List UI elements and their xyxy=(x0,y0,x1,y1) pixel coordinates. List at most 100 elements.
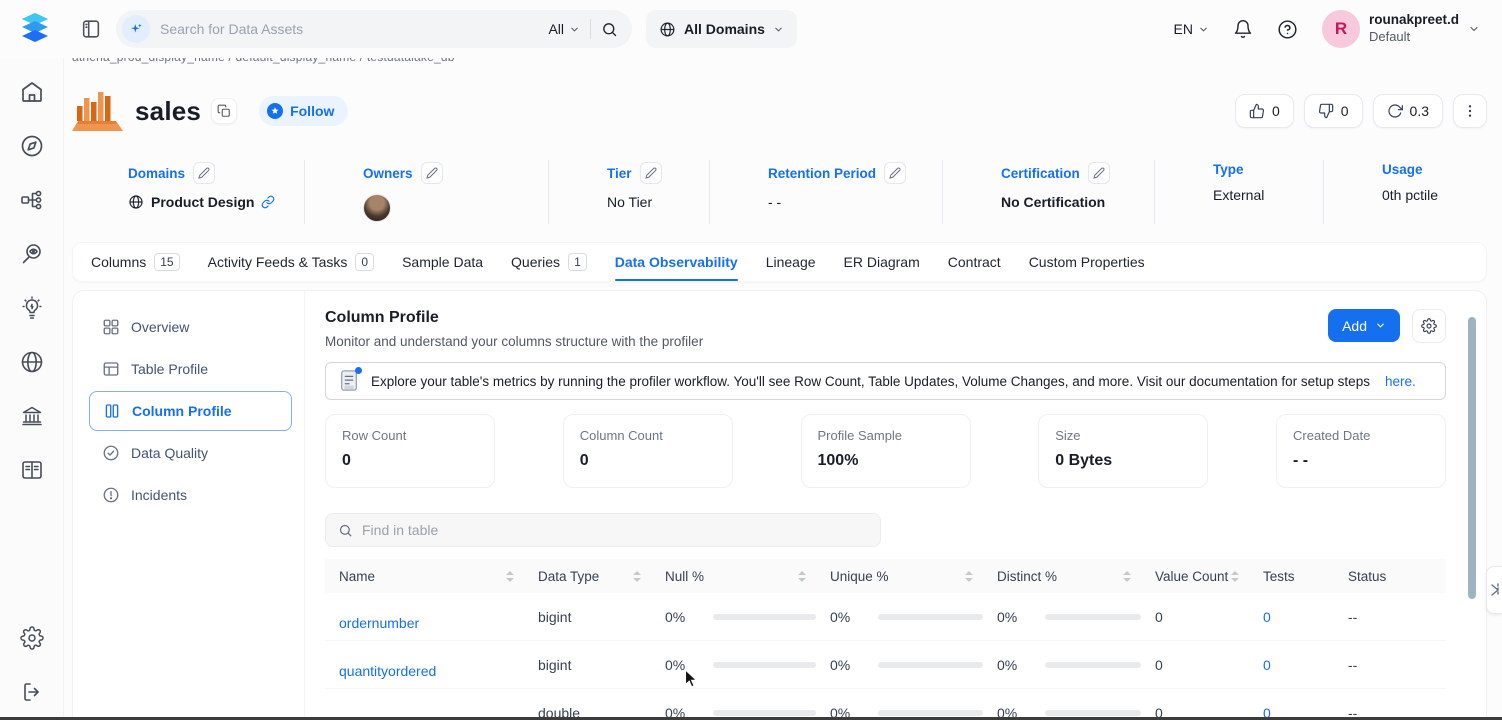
right-panel-handle[interactable] xyxy=(1486,566,1502,614)
sort-value-count[interactable] xyxy=(1231,571,1239,582)
sidebar-item-column-profile[interactable]: Column Profile xyxy=(89,391,292,431)
stat-profile-sample: Profile Sample 100% xyxy=(801,414,971,488)
tab-badge: 1 xyxy=(568,253,587,271)
tab-activity-feeds[interactable]: Activity Feeds & Tasks0 xyxy=(208,243,374,281)
lineage-flow-icon[interactable] xyxy=(20,188,44,212)
help-icon[interactable] xyxy=(1277,19,1298,40)
owner-avatar[interactable] xyxy=(363,194,391,222)
tests-link[interactable]: 0 xyxy=(1249,657,1334,673)
domain-globe-icon xyxy=(128,194,144,210)
tab-badge: 0 xyxy=(355,253,374,271)
sidebar-toggle-icon[interactable] xyxy=(80,18,102,40)
sidebar-item-data-quality[interactable]: Data Quality xyxy=(89,433,292,473)
sort-data-type[interactable] xyxy=(633,571,641,582)
tab-columns[interactable]: Columns15 xyxy=(91,243,180,281)
tab-contract[interactable]: Contract xyxy=(948,243,1001,281)
check-circle-icon xyxy=(102,444,120,462)
sort-unique-pct[interactable] xyxy=(965,571,973,582)
distinct-pct-bar xyxy=(1045,710,1141,716)
more-options-button[interactable] xyxy=(1453,94,1487,128)
follow-star-icon xyxy=(267,103,283,119)
tab-sample-data[interactable]: Sample Data xyxy=(402,243,483,281)
find-in-table-input[interactable] xyxy=(362,522,868,538)
chevron-down-icon xyxy=(569,24,580,35)
search-scope-label: All xyxy=(548,21,564,37)
ai-sparkle-icon[interactable] xyxy=(122,15,150,43)
profiler-info-banner: Explore your table's metrics by running … xyxy=(325,362,1446,400)
profiler-icon xyxy=(338,369,360,393)
tab-lineage[interactable]: Lineage xyxy=(766,243,816,281)
sidebar-item-overview[interactable]: Overview xyxy=(89,307,292,347)
meta-owners: Owners xyxy=(305,160,549,224)
add-button[interactable]: Add xyxy=(1328,309,1400,342)
tab-queries[interactable]: Queries1 xyxy=(511,243,587,281)
sort-distinct-pct[interactable] xyxy=(1123,571,1131,582)
breadcrumb[interactable]: athena_prod_display_name / default_displ… xyxy=(72,57,492,66)
search-input[interactable] xyxy=(160,21,538,37)
sidebar-item-table-profile[interactable]: Table Profile xyxy=(89,349,292,389)
sort-null-pct[interactable] xyxy=(798,571,806,582)
app-logo-icon[interactable] xyxy=(18,11,52,47)
find-in-table xyxy=(325,513,881,547)
table-icon xyxy=(102,360,120,378)
insights-bulb-icon[interactable] xyxy=(20,296,44,320)
docs-link[interactable]: here. xyxy=(1385,374,1416,389)
profiler-settings-button[interactable] xyxy=(1412,309,1446,343)
globe-icon xyxy=(659,21,676,38)
vertical-scrollbar[interactable] xyxy=(1468,317,1476,599)
edit-domains-icon[interactable] xyxy=(193,162,215,184)
distinct-pct-value: 0% xyxy=(997,609,1017,625)
edit-certification-icon[interactable] xyxy=(1088,162,1110,184)
column-name-link[interactable]: ordernumber xyxy=(325,593,524,640)
domain-value[interactable]: Product Design xyxy=(151,194,254,210)
tab-data-observability[interactable]: Data Observability xyxy=(615,243,738,281)
stat-created-date: Created Date - - xyxy=(1276,414,1446,488)
status-cell: -- xyxy=(1334,657,1446,673)
version-button[interactable]: 0.3 xyxy=(1373,94,1443,128)
usage-label: Usage xyxy=(1382,162,1423,177)
language-dropdown[interactable]: EN xyxy=(1174,21,1209,37)
version-history-icon xyxy=(1387,103,1403,119)
stat-row-count: Row Count 0 xyxy=(325,414,495,488)
null-pct-value: 0% xyxy=(665,657,685,673)
distinct-pct-bar xyxy=(1045,614,1141,620)
edit-owners-icon[interactable] xyxy=(421,162,443,184)
edit-retention-icon[interactable] xyxy=(884,162,906,184)
table-header-row: Name Data Type Null % Unique % Distinct … xyxy=(325,559,1446,593)
tier-label: Tier xyxy=(607,166,632,181)
upvote-button[interactable]: 0 xyxy=(1235,94,1294,128)
user-menu[interactable]: R rounakpreet.d Default xyxy=(1322,10,1480,48)
follow-button[interactable]: Follow xyxy=(259,96,348,126)
notifications-bell-icon[interactable] xyxy=(1233,19,1253,39)
home-icon[interactable] xyxy=(20,80,44,104)
sidebar-item-label: Data Quality xyxy=(131,445,208,461)
tab-custom-properties[interactable]: Custom Properties xyxy=(1029,243,1145,281)
glossary-book-icon[interactable] xyxy=(20,458,44,482)
owners-label: Owners xyxy=(363,166,413,181)
unique-pct-bar xyxy=(878,662,983,668)
explore-compass-icon[interactable] xyxy=(20,134,44,158)
user-team: Default xyxy=(1369,29,1459,45)
downvote-button[interactable]: 0 xyxy=(1304,94,1363,128)
settings-icon[interactable] xyxy=(20,626,44,650)
column-name-link[interactable]: quantityordered xyxy=(325,641,524,688)
column-name-link[interactable] xyxy=(325,689,524,720)
domains-globe-icon[interactable] xyxy=(20,350,44,374)
user-avatar: R xyxy=(1322,10,1360,48)
distinct-pct-bar xyxy=(1045,662,1141,668)
sidebar-item-incidents[interactable]: Incidents xyxy=(89,475,292,515)
all-domains-dropdown[interactable]: All Domains xyxy=(646,10,797,48)
value-count-cell: 0 xyxy=(1141,657,1249,673)
tests-link[interactable]: 0 xyxy=(1249,609,1334,625)
meta-domains: Domains Product Design xyxy=(72,160,305,224)
edit-tier-icon[interactable] xyxy=(640,162,662,184)
logout-icon[interactable] xyxy=(20,680,44,704)
governance-bank-icon[interactable] xyxy=(20,404,44,428)
thumbs-up-icon xyxy=(1249,103,1265,119)
search-icon[interactable] xyxy=(601,21,618,38)
copy-icon[interactable] xyxy=(211,98,237,124)
sort-name[interactable] xyxy=(506,571,514,582)
observability-search-icon[interactable] xyxy=(20,242,44,266)
tab-er-diagram[interactable]: ER Diagram xyxy=(844,243,920,281)
search-scope-dropdown[interactable]: All xyxy=(548,21,580,37)
